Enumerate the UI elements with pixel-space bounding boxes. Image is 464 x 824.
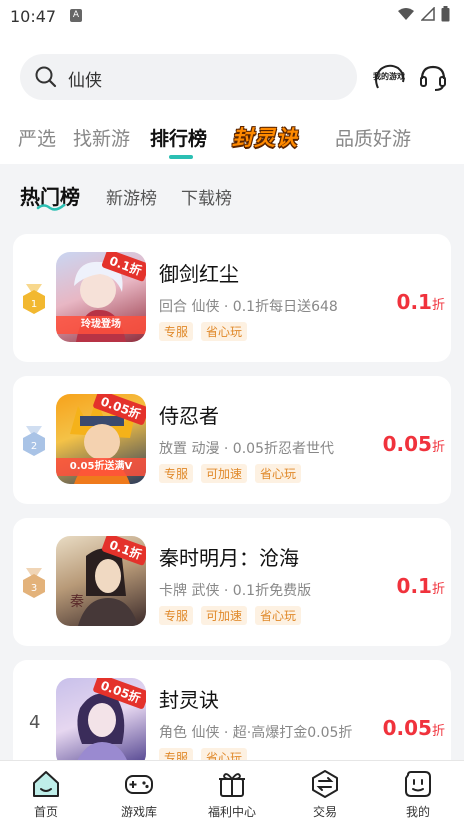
tab-quality-games[interactable]: 品质好游 (335, 124, 411, 151)
game-name: 侍忍者 (159, 404, 219, 428)
game-cover[interactable]: 0.1折 玲珑登场 (56, 252, 146, 342)
game-cover[interactable]: 0.05折 0.05折送满V (56, 394, 146, 484)
game-meta: 放置 动漫 · 0.05折忍者世代 (159, 441, 334, 457)
gift-icon (219, 773, 245, 797)
top-tabs: 严选 找新游 排行榜 封灵诀 品质好游 (0, 120, 464, 164)
nav-game-library[interactable]: 游戏库 (93, 761, 185, 824)
tag-exclusive-server: 专服 (159, 464, 194, 483)
profile-icon (405, 771, 431, 797)
header: 仙侠 我的游戏 严选 找新游 排行榜 封灵诀 品质好游 (0, 34, 464, 164)
svg-text:3: 3 (31, 583, 37, 594)
cover-ribbon-text: 0.05折送满V (56, 458, 146, 476)
rank-medal-bronze-icon: 3 (23, 568, 45, 598)
nav-profile-label: 我的 (405, 805, 430, 819)
tag-accelerate: 可加速 (201, 606, 248, 625)
tag-easy-play: 省心玩 (201, 322, 248, 341)
game-name: 御剑红尘 (159, 262, 239, 286)
rank-medal-silver-icon: 2 (23, 426, 45, 456)
exchange-icon (312, 770, 338, 798)
battery-icon (441, 6, 450, 22)
search-icon (35, 66, 57, 88)
game-name: 秦时明月：沧海 (159, 546, 299, 570)
my-games-button[interactable]: 我的游戏 (372, 62, 406, 92)
game-tags: 专服 省心玩 (159, 322, 248, 341)
my-games-icon: 我的游戏 (373, 64, 405, 89)
game-card[interactable]: 1 0.1折 玲珑登场 御剑红尘 回合 仙侠 · 0.1折每日送648 专服 省… (13, 234, 451, 362)
discount-price: 0.1折 (396, 574, 445, 598)
nav-home-label: 首页 (33, 805, 58, 819)
discount-price: 0.05折 (382, 716, 445, 740)
tab-ranking[interactable]: 排行榜 (150, 124, 207, 151)
status-time: 10:47 (10, 7, 57, 26)
svg-text:1: 1 (31, 299, 37, 310)
wifi-icon (398, 8, 414, 20)
cover-ribbon-text: 玲珑登场 (56, 316, 146, 334)
game-card[interactable]: 3 秦 0.1折 秦时明月：沧海 卡牌 武侠 · 0.1折免费版 专服 可加速 … (13, 518, 451, 646)
game-tags: 专服 可加速 省心玩 (159, 606, 302, 625)
game-meta: 回合 仙侠 · 0.1折每日送648 (159, 299, 338, 315)
gamepad-icon (125, 775, 153, 794)
svg-text:2: 2 (31, 441, 37, 452)
bottom-navigation: 首页 游戏库 福利中心 交易 我的 (0, 760, 464, 824)
svg-text:秦: 秦 (70, 594, 84, 610)
nav-trade-label: 交易 (312, 805, 337, 819)
active-tab-indicator (169, 155, 193, 159)
nav-welfare-center-label: 福利中心 (207, 805, 256, 819)
tab-new-games[interactable]: 找新游 (73, 124, 130, 151)
nav-home[interactable]: 首页 (0, 761, 92, 824)
game-tags: 专服 可加速 省心玩 (159, 464, 302, 483)
game-meta: 角色 仙侠 · 超·高爆打金0.05折 (159, 725, 353, 741)
tag-easy-play: 省心玩 (255, 606, 302, 625)
ranking-subtabs: 热门榜 新游榜 下载榜 (0, 172, 464, 222)
tag-accelerate: 可加速 (201, 464, 248, 483)
tab-featured[interactable]: 严选 (18, 124, 56, 151)
nav-game-library-label: 游戏库 (120, 805, 157, 819)
tag-easy-play: 省心玩 (255, 464, 302, 483)
subtab-download[interactable]: 下载榜 (181, 184, 232, 209)
search-bar[interactable]: 仙侠 (20, 54, 357, 100)
tag-exclusive-server: 专服 (159, 606, 194, 625)
notification-badge: A (70, 9, 82, 22)
game-cover[interactable]: 0.05折 (56, 678, 146, 768)
game-card[interactable]: 2 0.05折 0.05折送满V 侍忍者 放置 动漫 · 0.05折忍者世代 专… (13, 376, 451, 504)
headset-icon (420, 65, 446, 91)
customer-service-button[interactable] (418, 62, 448, 92)
home-icon (33, 771, 59, 797)
tag-exclusive-server: 专服 (159, 322, 194, 341)
system-icons (397, 6, 450, 22)
my-games-label: 我的游戏 (373, 71, 405, 81)
rank-medal-gold-icon: 1 (23, 284, 45, 314)
discount-price: 0.05折 (382, 432, 445, 456)
nav-welfare-center[interactable]: 福利中心 (186, 761, 278, 824)
active-subtab-squiggle (36, 203, 66, 211)
signal-icon (421, 7, 435, 21)
game-cover[interactable]: 秦 0.1折 (56, 536, 146, 626)
rank-number: 4 (29, 712, 41, 733)
game-meta: 卡牌 武侠 · 0.1折免费版 (159, 583, 312, 599)
subtab-new[interactable]: 新游榜 (106, 184, 157, 209)
nav-trade[interactable]: 交易 (279, 761, 371, 824)
search-query[interactable]: 仙侠 (68, 66, 102, 91)
status-bar: 10:47 A (0, 0, 464, 34)
game-name: 封灵诀 (159, 688, 219, 712)
discount-price: 0.1折 (396, 290, 445, 314)
tab-promo-fenglingjue[interactable]: 封灵诀 (232, 122, 298, 152)
nav-profile[interactable]: 我的 (372, 761, 464, 824)
